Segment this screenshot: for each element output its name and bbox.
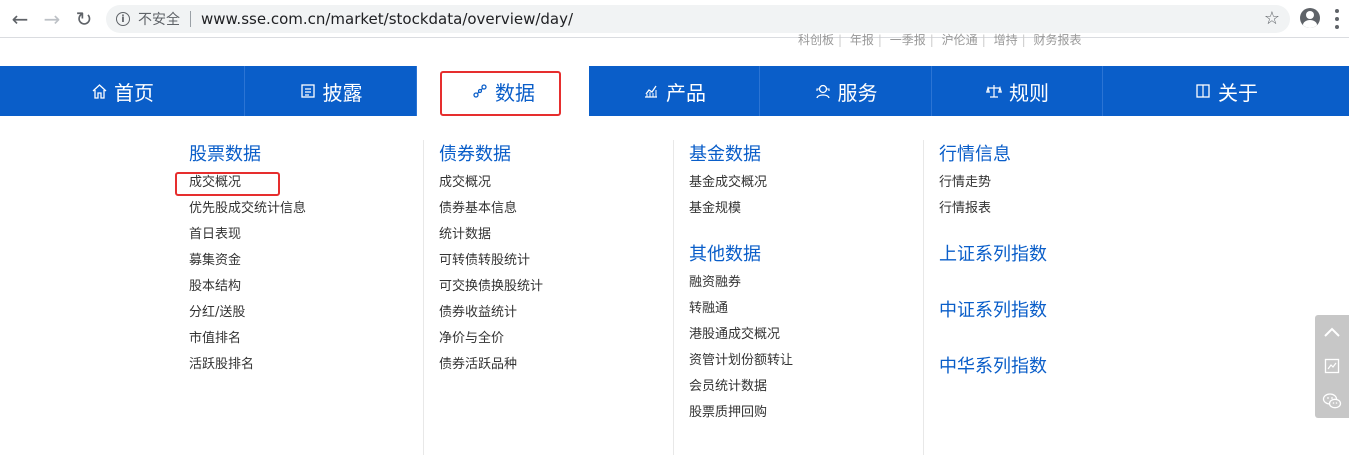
nav-item-disclosure[interactable]: 披露 <box>245 66 417 116</box>
nav-item-label: 产品 <box>666 80 706 105</box>
profile-avatar-icon[interactable] <box>1300 8 1320 28</box>
reload-icon[interactable]: ↻ <box>72 7 96 31</box>
nav-item-products[interactable]: 产品 <box>589 66 760 116</box>
menu-link[interactable]: 活跃股排名 <box>189 352 306 378</box>
home-icon <box>90 82 108 100</box>
back-arrow-icon[interactable]: ← <box>8 7 32 31</box>
book-icon <box>1194 82 1212 100</box>
highlight-box-data-nav <box>440 71 561 116</box>
menu-link[interactable]: 统计数据 <box>439 222 543 248</box>
menu-link[interactable]: 净价与全价 <box>439 326 543 352</box>
forward-arrow-icon[interactable]: → <box>40 7 64 31</box>
top-link-separator: | <box>981 33 986 47</box>
chart-icon <box>642 82 660 100</box>
menu-link[interactable]: 港股通成交概况 <box>689 322 793 348</box>
menu-link[interactable]: 首日表现 <box>189 222 306 248</box>
menu-link[interactable]: 债券活跃品种 <box>439 352 543 378</box>
top-link-separator: | <box>929 33 934 47</box>
nav-item-home[interactable]: 首页 <box>0 66 245 116</box>
top-link[interactable]: 一季报 <box>890 34 926 46</box>
omnibox-separator <box>190 11 191 27</box>
column-divider <box>923 140 924 455</box>
menu-link[interactable]: 股票质押回购 <box>689 400 793 426</box>
main-nav: 首页 披露 数据 产品 服务 规则 关于 <box>0 66 1349 116</box>
browser-toolbar: ← → ↻ i 不安全 www.sse.com.cn/market/stockd… <box>0 0 1349 38</box>
security-label[interactable]: 不安全 <box>138 9 180 29</box>
wechat-icon[interactable] <box>1315 384 1349 418</box>
top-links: 科创板 | 年报 | 一季报 | 沪伦通 | 增持 | 财务报表 <box>798 33 1081 47</box>
menu-link[interactable]: 可交换债换股统计 <box>439 274 543 300</box>
menu-link[interactable]: 转融通 <box>689 296 793 322</box>
menu-link[interactable]: 可转债转股统计 <box>439 248 543 274</box>
document-icon <box>299 82 317 100</box>
nav-item-rules[interactable]: 规则 <box>932 66 1103 116</box>
menu-link[interactable]: 债券收益统计 <box>439 300 543 326</box>
highlight-box-trading-overview <box>175 172 280 196</box>
address-bar[interactable]: i 不安全 www.sse.com.cn/market/stockdata/ov… <box>106 5 1290 33</box>
scale-icon <box>985 82 1003 100</box>
top-link[interactable]: 沪伦通 <box>942 34 978 46</box>
nav-item-label: 规则 <box>1009 80 1049 105</box>
menu-link[interactable]: 优先股成交统计信息 <box>189 196 306 222</box>
service-icon <box>814 82 832 100</box>
side-toolbar <box>1315 315 1349 418</box>
menu-column-market: 行情信息 行情走势 行情报表 上证系列指数 中证系列指数 中华系列指数 <box>939 140 1047 382</box>
top-link[interactable]: 年报 <box>850 34 874 46</box>
bookmark-star-icon[interactable]: ☆ <box>1264 8 1280 29</box>
menu-column-bond: 债券数据 成交概况 债券基本信息 统计数据 可转债转股统计 可交换债换股统计 债… <box>439 140 543 378</box>
back-to-top-icon[interactable] <box>1315 315 1349 349</box>
category-title-other-data[interactable]: 其他数据 <box>689 240 793 270</box>
menu-link[interactable]: 行情走势 <box>939 170 1047 196</box>
top-link-separator: | <box>877 33 882 47</box>
nav-item-about[interactable]: 关于 <box>1103 66 1349 116</box>
top-link[interactable]: 科创板 <box>798 34 834 46</box>
top-link-separator: | <box>838 33 843 47</box>
top-link[interactable]: 财务报表 <box>1033 34 1081 46</box>
nav-item-label: 披露 <box>322 80 363 105</box>
category-title-market-info[interactable]: 行情信息 <box>939 140 1047 170</box>
nav-item-label: 首页 <box>114 80 154 105</box>
category-title-csi-index[interactable]: 中证系列指数 <box>939 296 1047 326</box>
url-text[interactable]: www.sse.com.cn/market/stockdata/overview… <box>201 10 573 28</box>
menu-link[interactable]: 会员统计数据 <box>689 374 793 400</box>
top-link-separator: | <box>1021 33 1026 47</box>
nav-item-label: 服务 <box>837 80 878 105</box>
menu-link[interactable]: 分红/送股 <box>189 300 306 326</box>
category-title-china-index[interactable]: 中华系列指数 <box>939 352 1047 382</box>
category-title-stock-data[interactable]: 股票数据 <box>189 140 306 170</box>
category-title-bond-data[interactable]: 债券数据 <box>439 140 543 170</box>
top-link[interactable]: 增持 <box>994 34 1018 46</box>
browser-menu-icon[interactable] <box>1335 9 1339 29</box>
menu-link[interactable]: 基金规模 <box>689 196 793 222</box>
column-divider <box>673 140 674 455</box>
nav-item-services[interactable]: 服务 <box>760 66 932 116</box>
column-divider <box>423 140 424 455</box>
menu-link[interactable]: 市值排名 <box>189 326 306 352</box>
menu-link[interactable]: 成交概况 <box>439 170 543 196</box>
menu-link[interactable]: 资管计划份额转让 <box>689 348 793 374</box>
menu-link[interactable]: 行情报表 <box>939 196 1047 222</box>
nav-item-label: 关于 <box>1218 80 1258 105</box>
category-title-sse-index[interactable]: 上证系列指数 <box>939 240 1047 270</box>
category-title-fund-data[interactable]: 基金数据 <box>689 140 793 170</box>
info-icon[interactable]: i <box>116 12 130 26</box>
menu-link[interactable]: 融资融券 <box>689 270 793 296</box>
menu-link[interactable]: 股本结构 <box>189 274 306 300</box>
menu-link[interactable]: 基金成交概况 <box>689 170 793 196</box>
menu-link[interactable]: 债券基本信息 <box>439 196 543 222</box>
menu-column-fund-other: 基金数据 基金成交概况 基金规模 其他数据 融资融券 转融通 港股通成交概况 资… <box>689 140 793 426</box>
menu-link[interactable]: 募集资金 <box>189 248 306 274</box>
feedback-chart-icon[interactable] <box>1315 349 1349 383</box>
